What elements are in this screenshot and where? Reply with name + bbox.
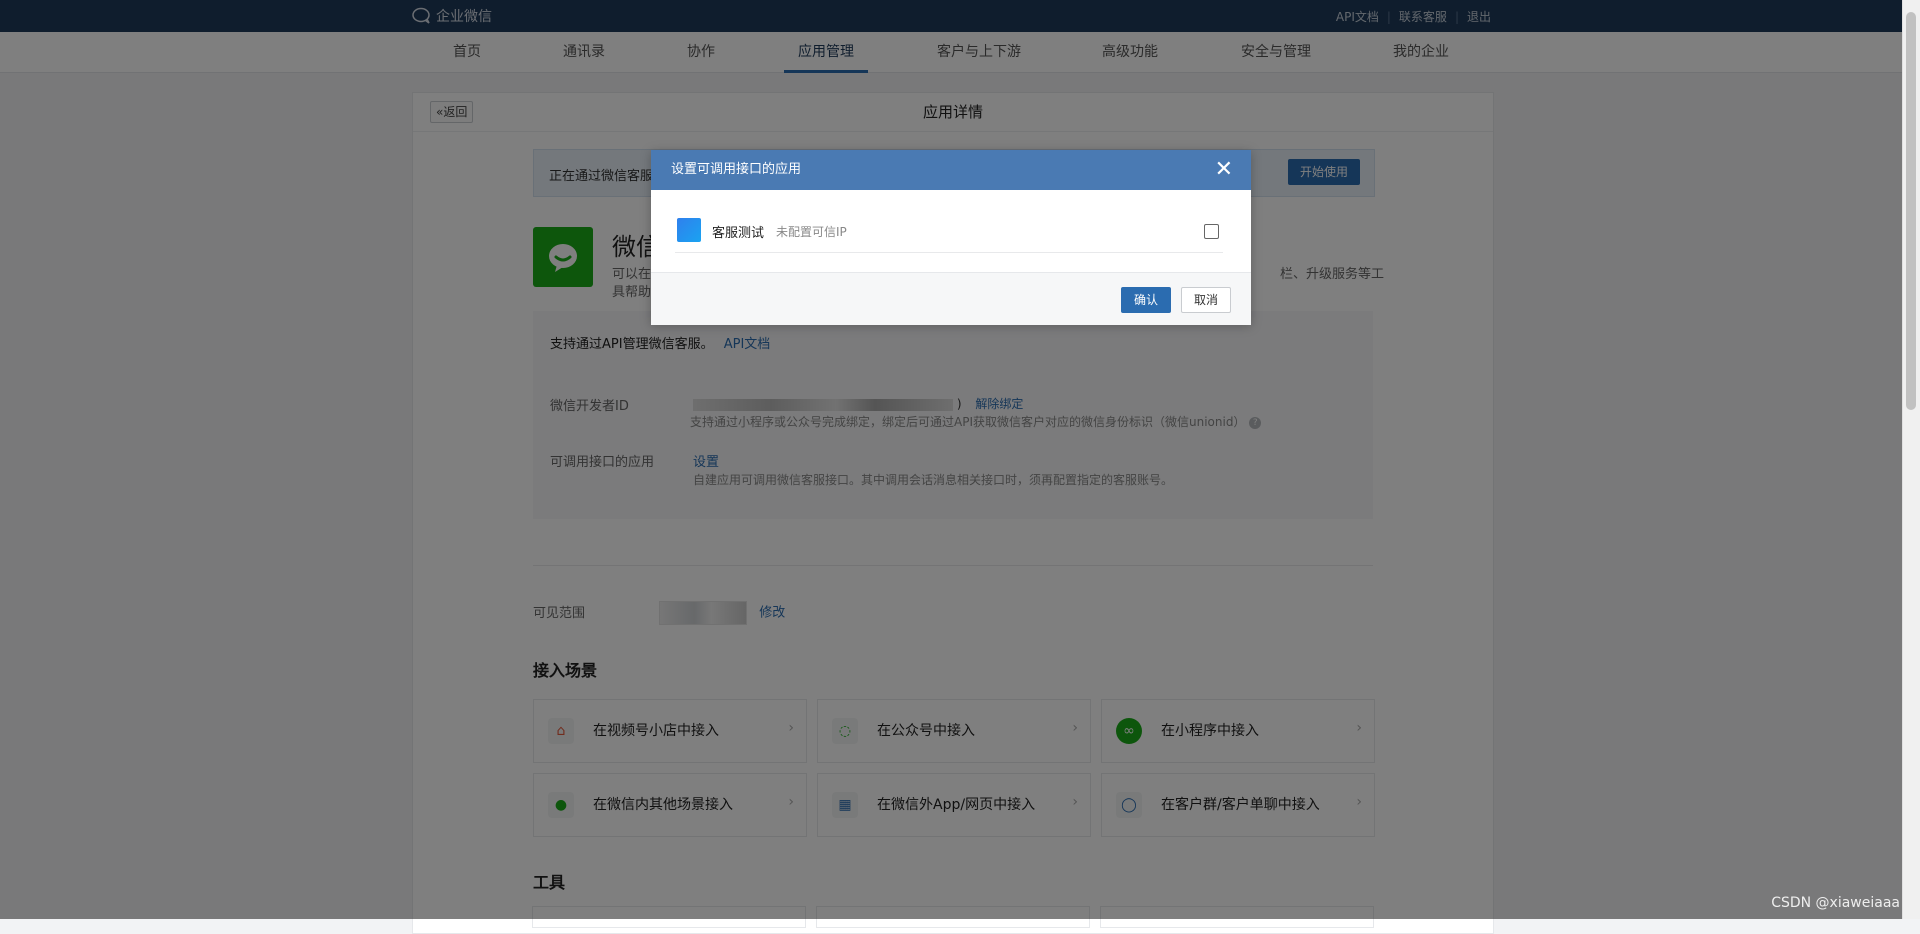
- app-name: 客服测试: [712, 226, 765, 241]
- dialog-title: 设置可调用接口的应用: [671, 162, 802, 177]
- app-ip-status: 未配置可信IP: [776, 225, 847, 239]
- cancel-button[interactable]: 取消: [1181, 287, 1231, 313]
- app-avatar-icon: [677, 218, 701, 242]
- confirm-button[interactable]: 确认: [1121, 287, 1171, 313]
- page-scrollbar[interactable]: [1902, 0, 1920, 919]
- close-icon[interactable]: ✕: [1215, 156, 1233, 184]
- app-select-checkbox[interactable]: [1204, 224, 1219, 239]
- scrollbar-thumb[interactable]: [1906, 12, 1916, 410]
- watermark: CSDN @xiaweiaaa: [1771, 895, 1900, 911]
- modal-backdrop[interactable]: [0, 0, 1903, 919]
- dialog-header: 设置可调用接口的应用 ✕: [651, 150, 1251, 190]
- dialog-footer: 确认 取消: [651, 272, 1251, 325]
- set-callable-apps-dialog: 设置可调用接口的应用 ✕ 客服测试 未配置可信IP 确认 取消: [651, 150, 1251, 325]
- row-divider: [675, 252, 1223, 253]
